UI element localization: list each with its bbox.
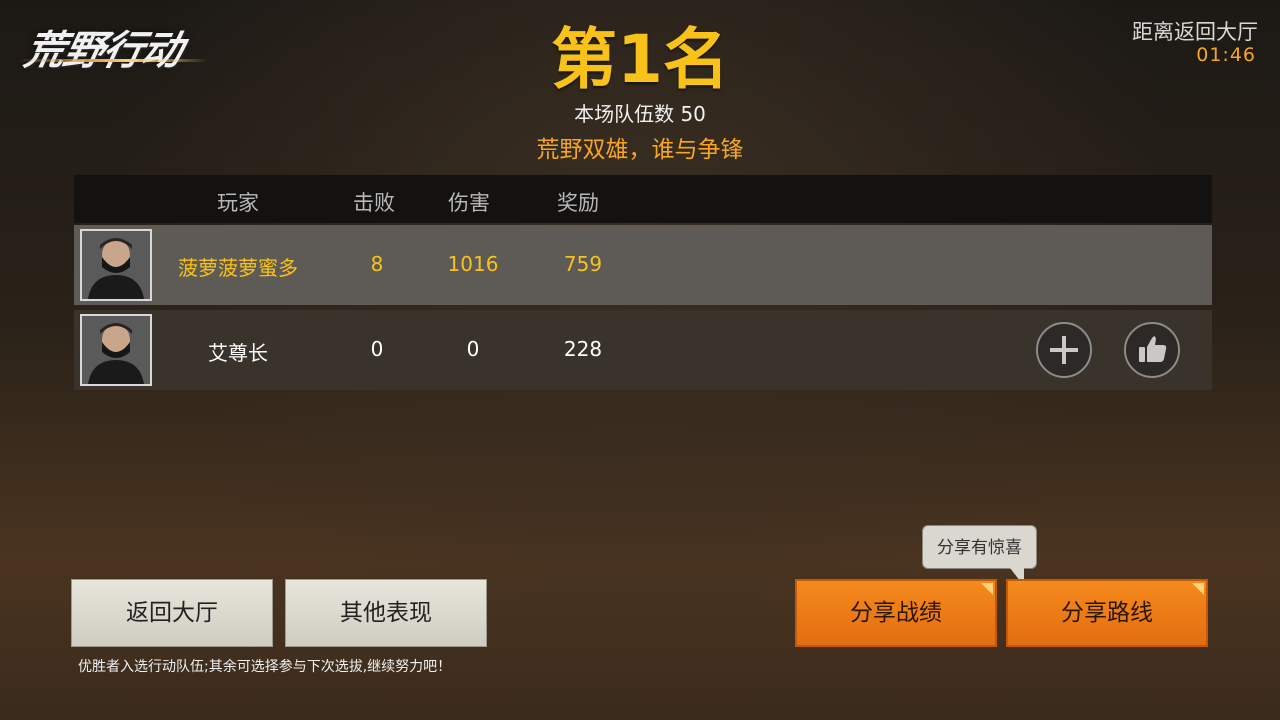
table-row: 艾尊长 0 0 228	[74, 310, 1212, 390]
player-reward: 228	[563, 337, 603, 361]
results-table: 玩家 击败 伤害 奖励 菠萝菠萝蜜多 8 1016 759 艾尊长 0 0 22…	[74, 175, 1212, 390]
column-header-player: 玩家	[217, 191, 259, 215]
table-row: 菠萝菠萝蜜多 8 1016 759	[74, 225, 1212, 305]
player-kills: 0	[370, 337, 384, 361]
player-avatar	[80, 229, 152, 301]
back-to-lobby-button[interactable]: 返回大厅	[71, 579, 273, 647]
player-name: 菠萝菠萝蜜多	[178, 256, 298, 280]
avatar-portrait-icon	[82, 316, 150, 384]
share-record-label: 分享战绩	[850, 600, 942, 626]
column-header-reward: 奖励	[557, 191, 599, 215]
button-corner-decor	[1192, 583, 1204, 595]
player-name: 艾尊长	[208, 341, 268, 365]
player-avatar	[80, 314, 152, 386]
share-surprise-tooltip: 分享有惊喜	[922, 525, 1037, 569]
rank-title: 第1名	[551, 21, 729, 98]
player-kills: 8	[370, 252, 384, 276]
other-stats-button[interactable]: 其他表现	[285, 579, 487, 647]
selection-hint: 优胜者入选行动队伍;其余可选择参与下次选拔,继续努力吧！	[78, 659, 452, 675]
player-reward: 759	[563, 252, 603, 276]
avatar-portrait-icon	[82, 231, 150, 299]
player-damage: 1016	[447, 252, 499, 276]
team-count: 本场队伍数 50	[574, 102, 706, 126]
share-route-label: 分享路线	[1061, 600, 1153, 626]
column-header-kills: 击败	[353, 191, 395, 215]
add-friend-button[interactable]	[1036, 322, 1092, 378]
button-corner-decor	[981, 583, 993, 595]
player-damage: 0	[466, 337, 480, 361]
thumbs-up-icon	[1139, 336, 1167, 362]
result-slogan: 荒野双雄，谁与争锋	[536, 137, 744, 163]
like-button[interactable]	[1124, 322, 1180, 378]
plus-icon	[1050, 336, 1078, 364]
share-route-button[interactable]: 分享路线	[1006, 579, 1208, 647]
column-header-damage: 伤害	[448, 191, 490, 215]
share-record-button[interactable]: 分享战绩	[795, 579, 997, 647]
table-header: 玩家 击败 伤害 奖励	[74, 175, 1212, 223]
